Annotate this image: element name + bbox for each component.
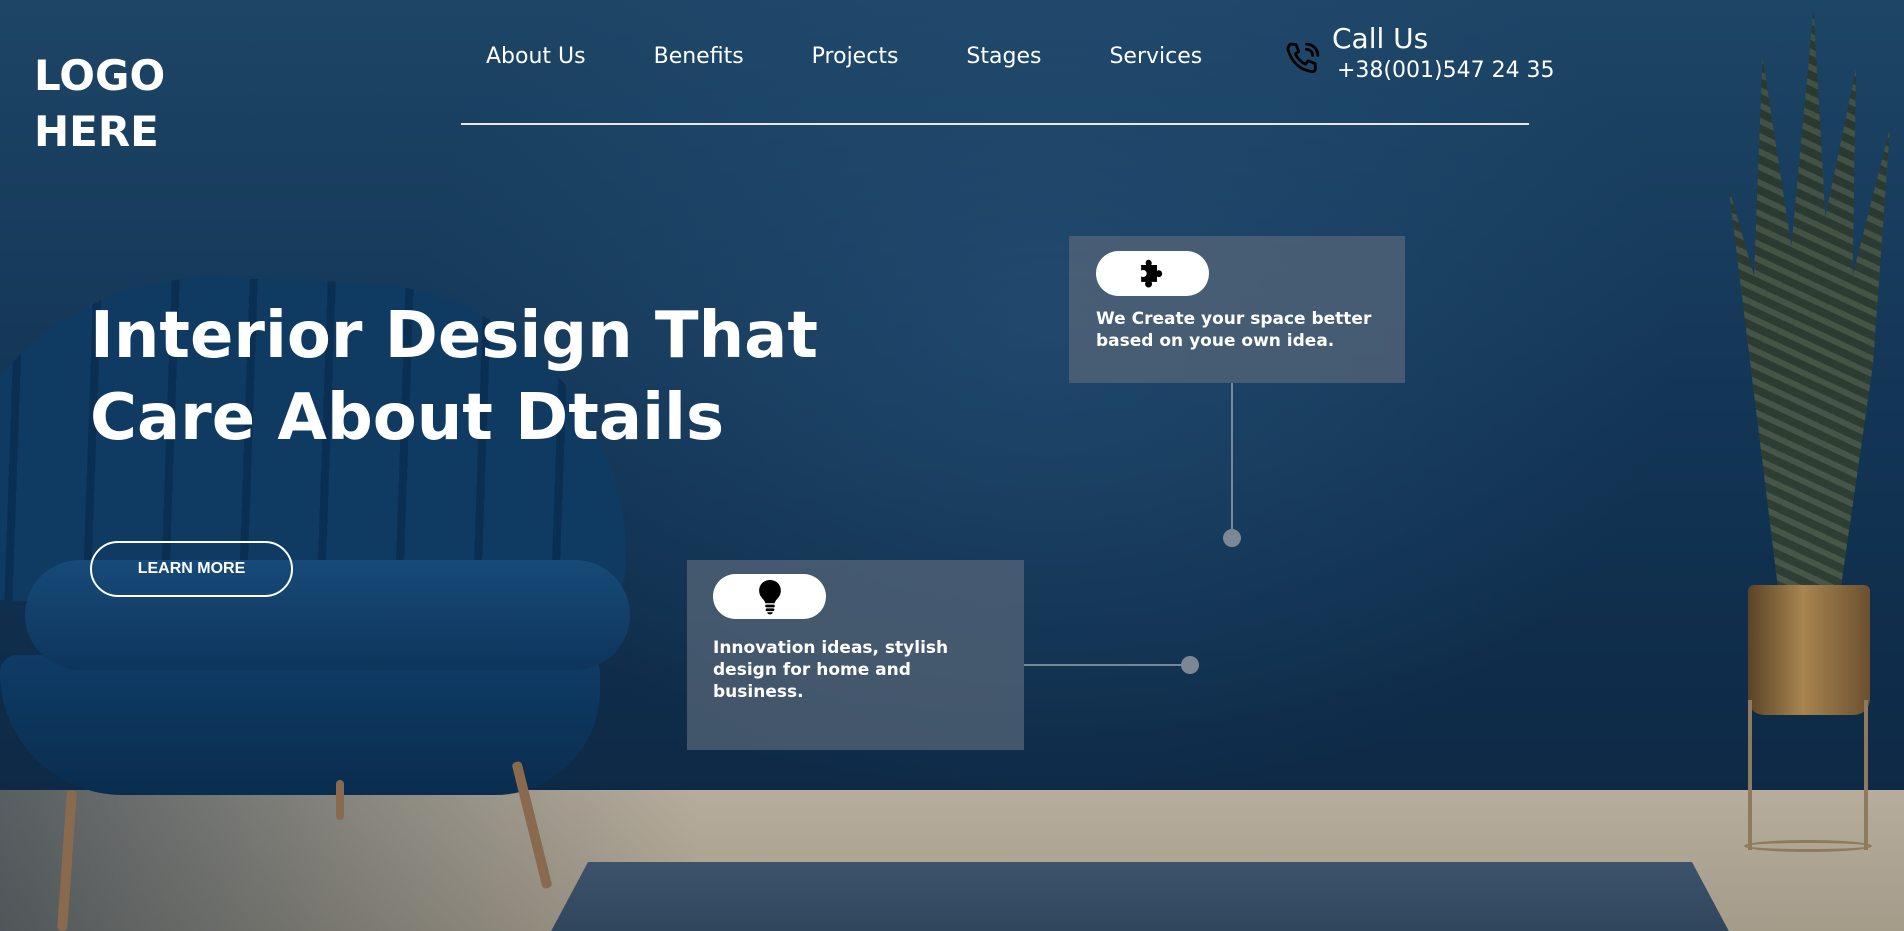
feature-card: Innovation ideas, stylish design for hom… <box>687 560 1024 750</box>
plant-stand <box>1864 700 1868 850</box>
plant-stand <box>1748 700 1752 850</box>
lightbulb-icon <box>758 579 781 614</box>
puzzle-icon <box>1140 259 1162 287</box>
plant-stand-ring <box>1744 840 1872 852</box>
plant-pot <box>1748 585 1870 715</box>
hero-heading-line-2: Care About Dtails <box>90 381 725 455</box>
feature-card-text: We Create your space better based on you… <box>1096 309 1372 351</box>
logo-line-2: HERE <box>34 107 159 156</box>
rug <box>540 862 1740 931</box>
nav-item-services[interactable]: Services <box>1109 44 1202 69</box>
logo-line-1: LOGO <box>34 51 166 100</box>
card-icon-pill <box>1096 251 1209 296</box>
logo[interactable]: LOGO HERE <box>34 48 234 160</box>
card-icon-pill <box>713 574 826 619</box>
armchair-base <box>0 655 600 795</box>
nav-item-benefits[interactable]: Benefits <box>654 44 744 69</box>
main-nav: About Us Benefits Projects Stages Servic… <box>486 44 1202 69</box>
feature-card-text: Innovation ideas, stylish design for hom… <box>713 638 949 702</box>
hero-heading-line-1: Interior Design That <box>90 299 818 373</box>
nav-item-about-us[interactable]: About Us <box>486 44 586 69</box>
connector-line <box>1231 383 1233 537</box>
hero-heading: Interior Design That Care About Dtails <box>90 295 850 459</box>
feature-card: We Create your space better based on you… <box>1069 236 1405 383</box>
learn-more-button[interactable]: LEARN MORE <box>90 541 293 597</box>
call-us-title: Call Us <box>1332 22 1429 55</box>
hero-background <box>0 0 1904 931</box>
plant <box>1728 10 1890 600</box>
armchair-leg <box>336 780 344 820</box>
connector-dot <box>1181 656 1199 674</box>
phone-number[interactable]: +38(001)547 24 35 <box>1337 56 1555 86</box>
call-us[interactable]: Call Us +38(001)547 24 35 <box>1282 22 1555 86</box>
nav-item-stages[interactable]: Stages <box>966 44 1041 69</box>
nav-item-projects[interactable]: Projects <box>812 44 899 69</box>
connector-line <box>1024 664 1190 666</box>
phone-icon <box>1286 42 1320 74</box>
connector-dot <box>1223 529 1241 547</box>
nav-divider <box>461 123 1529 125</box>
